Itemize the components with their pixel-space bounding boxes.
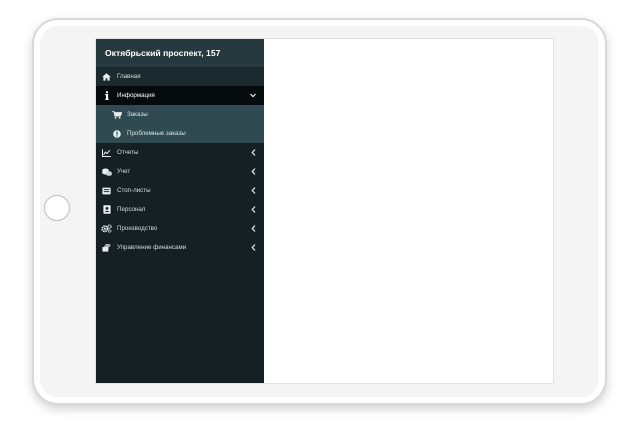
submenu-item-label: Проблемные заказы: [127, 130, 186, 137]
sidebar-item-production[interactable]: Производство: [96, 219, 264, 238]
sidebar-item-label: Главная: [117, 73, 141, 80]
chevron-down-icon: [250, 92, 256, 100]
sidebar-item-label: Персонал: [117, 206, 146, 213]
info-icon: [101, 91, 112, 101]
submenu-item-label: Заказы: [127, 111, 148, 118]
chevron-left-icon: [250, 149, 256, 157]
sidebar-item-stop-lists[interactable]: Стоп-листы: [96, 181, 264, 200]
sidebar-item-accounting[interactable]: Учет: [96, 162, 264, 181]
list-icon: [101, 186, 112, 196]
sidebar-nav: Главная Информация Заказы Проблемные зак…: [96, 67, 264, 257]
home-icon: [101, 72, 112, 82]
coins-icon: [101, 167, 112, 177]
chevron-left-icon: [250, 244, 256, 252]
sidebar-item-home[interactable]: Главная: [96, 67, 264, 86]
sidebar-item-info[interactable]: Информация: [96, 86, 264, 105]
chevron-left-icon: [250, 206, 256, 214]
sidebar-header: Октябрьский проспект, 157: [96, 39, 264, 67]
info-submenu: Заказы Проблемные заказы: [96, 105, 264, 143]
chevron-left-icon: [250, 225, 256, 233]
chevron-left-icon: [250, 168, 256, 176]
chevron-left-icon: [250, 187, 256, 195]
sidebar-item-label: Производство: [117, 225, 158, 232]
person-badge-icon: [101, 205, 112, 215]
alert-icon: [111, 129, 122, 139]
main-content: [264, 39, 553, 383]
gears-icon: [101, 224, 112, 234]
stage: Октябрьский проспект, 157 Главная Информ…: [0, 0, 640, 424]
sidebar-title: Октябрьский проспект, 157: [105, 48, 221, 58]
app-screen: Октябрьский проспект, 157 Главная Информ…: [95, 38, 554, 384]
submenu-item-problem-orders[interactable]: Проблемные заказы: [96, 124, 264, 143]
cart-icon: [111, 110, 122, 120]
sidebar-item-label: Стоп-листы: [117, 187, 151, 194]
sidebar-item-label: Информация: [117, 92, 155, 99]
finance-icon: [101, 243, 112, 253]
submenu-item-orders[interactable]: Заказы: [96, 105, 264, 124]
sidebar-item-staff[interactable]: Персонал: [96, 200, 264, 219]
chart-icon: [101, 148, 112, 158]
sidebar-item-finance[interactable]: Управление финансами: [96, 238, 264, 257]
sidebar-item-label: Отчеты: [117, 149, 139, 156]
sidebar: Октябрьский проспект, 157 Главная Информ…: [96, 39, 264, 383]
sidebar-item-label: Учет: [117, 168, 131, 175]
sidebar-item-label: Управление финансами: [117, 244, 187, 251]
tablet-home-button: [44, 195, 70, 221]
sidebar-item-reports[interactable]: Отчеты: [96, 143, 264, 162]
